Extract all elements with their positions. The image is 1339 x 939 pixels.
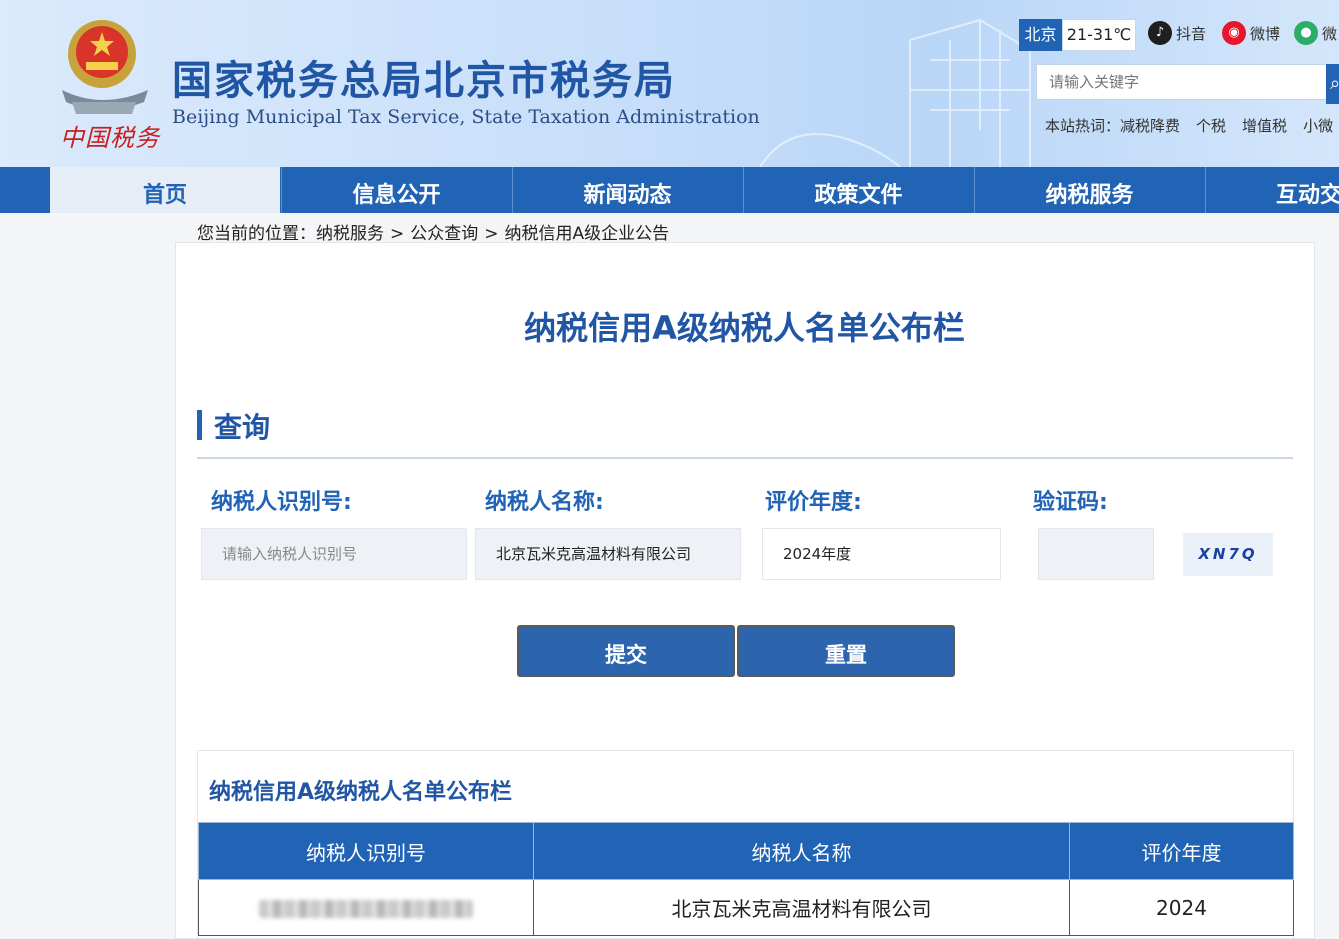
nav-item-info[interactable]: 信息公开 (281, 167, 511, 213)
column-header: 纳税人名称 (533, 822, 1070, 880)
hotword-link[interactable]: 个税 (1196, 117, 1226, 135)
breadcrumb-separator: > (390, 224, 405, 244)
wechat-label: 微 (1322, 24, 1338, 43)
redacted-id (259, 900, 473, 918)
hotword-link[interactable]: 小微 (1303, 117, 1333, 135)
taxpayer-name-label: 纳税人名称: (485, 490, 604, 515)
weibo-icon: ◉ (1222, 21, 1246, 45)
nav-item-service[interactable]: 纳税服务 (974, 167, 1204, 213)
emblem-caption: 中国税务 (60, 124, 160, 152)
column-header: 纳税人识别号 (198, 822, 534, 880)
result-title: 纳税信用A级纳税人名单公布栏 (209, 780, 513, 805)
year-select[interactable]: 2024年度 (762, 528, 1001, 580)
nav-item-policy[interactable]: 政策文件 (743, 167, 973, 213)
search-icon: ⌕ (1330, 73, 1339, 94)
captcha-image[interactable]: XN7Q (1183, 533, 1273, 576)
hotwords: 本站热词：减税降费 个税 增值税 小微 (1045, 115, 1339, 136)
site-title: 国家税务总局北京市税务局 (172, 58, 676, 104)
captcha-label: 验证码: (1033, 490, 1108, 515)
cctv-building-illustration (759, 18, 1031, 167)
breadcrumb-link[interactable]: 公众查询 (410, 224, 478, 244)
taxpayer-name-cell: 北京瓦米克高温材料有限公司 (533, 879, 1070, 936)
douyin-link[interactable]: ♪ 抖音 (1148, 20, 1206, 46)
douyin-icon: ♪ (1148, 21, 1172, 45)
captcha-input[interactable] (1038, 528, 1154, 580)
breadcrumb: 您当前的位置：纳税服务 > 公众查询 > 纳税信用A级企业公告 (197, 219, 669, 244)
year-label: 评价年度: (765, 490, 862, 515)
weather-city: 北京 (1019, 19, 1062, 51)
weibo-link[interactable]: ◉ 微博 (1222, 20, 1280, 46)
weibo-label: 微博 (1250, 24, 1281, 43)
weather-temp: 21-31℃ (1062, 19, 1136, 51)
site-search-input[interactable] (1036, 64, 1328, 100)
taxpayer-id-label: 纳税人识别号: (211, 490, 352, 515)
taxpayer-id-cell (198, 879, 534, 936)
douyin-label: 抖音 (1176, 24, 1207, 43)
hotword-link[interactable]: 增值税 (1242, 117, 1287, 135)
hotwords-label: 本站热词： (1045, 117, 1121, 135)
year-cell: 2024 (1069, 879, 1294, 936)
site-header: 中国税务 国家税务总局北京市税务局 Beijing Municipal Tax … (0, 0, 1339, 167)
nav-item-news[interactable]: 新闻动态 (512, 167, 742, 213)
main-nav: 首页 信息公开 新闻动态 政策文件 纳税服务 互动交流 (0, 167, 1339, 213)
site-subtitle: Beijing Municipal Tax Service, State Tax… (172, 106, 760, 128)
nav-item-home[interactable]: 首页 (50, 167, 280, 213)
wechat-icon: ● (1294, 21, 1318, 45)
section-title: 查询 (214, 411, 271, 444)
nav-item-interaction[interactable]: 互动交流 (1205, 167, 1339, 213)
column-header: 评价年度 (1069, 822, 1294, 880)
taxpayer-id-input[interactable]: 请输入纳税人识别号 (201, 528, 467, 580)
reset-button[interactable]: 重置 (737, 625, 955, 677)
breadcrumb-separator: > (484, 224, 499, 244)
section-divider (197, 457, 1293, 459)
table-row: 北京瓦米克高温材料有限公司 2024 (198, 879, 1294, 936)
breadcrumb-prefix: 您当前的位置： (197, 224, 316, 244)
taxpayer-name-input[interactable]: 北京瓦米克高温材料有限公司 (475, 528, 741, 580)
search-button[interactable]: ⌕ (1326, 64, 1339, 104)
section-marker (197, 410, 202, 440)
submit-button[interactable]: 提交 (517, 625, 735, 677)
breadcrumb-link[interactable]: 纳税服务 (316, 224, 384, 244)
result-table: 纳税人识别号 纳税人名称 评价年度 北京瓦米克高温材料有限公司 2024 (198, 822, 1294, 936)
table-header-row: 纳税人识别号 纳税人名称 评价年度 (198, 822, 1294, 880)
wechat-link[interactable]: ● 微 (1294, 20, 1337, 46)
hotword-link[interactable]: 减税降费 (1120, 117, 1180, 135)
breadcrumb-current[interactable]: 纳税信用A级企业公告 (505, 224, 670, 244)
page-title: 纳税信用A级纳税人名单公布栏 (524, 309, 965, 347)
